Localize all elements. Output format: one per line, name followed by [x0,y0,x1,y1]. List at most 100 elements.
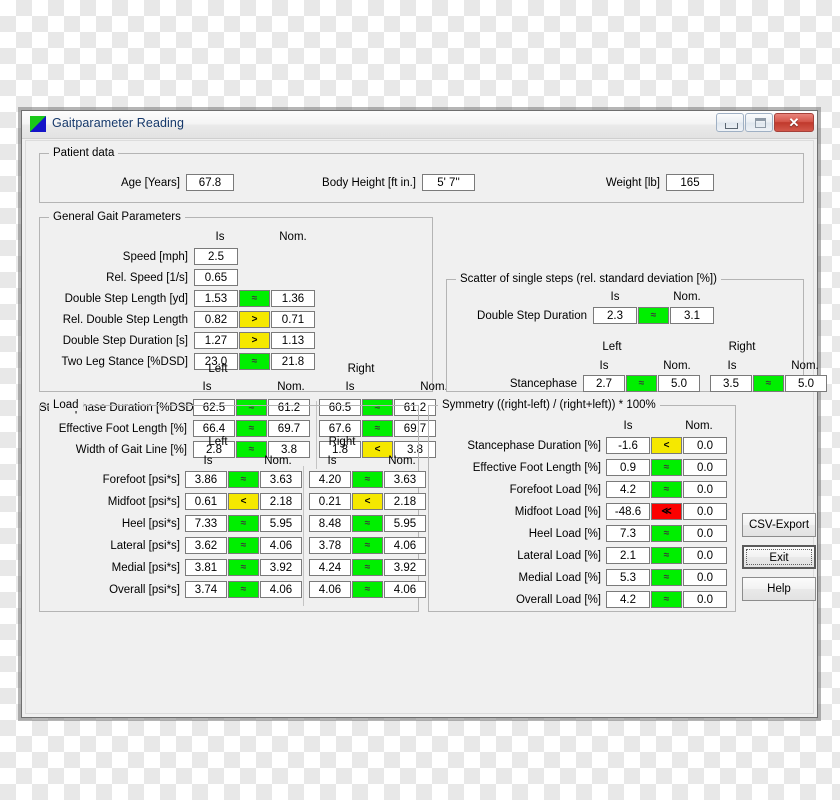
symmetry-stancephase-duration-is[interactable]: -1.6 [606,437,650,454]
load-forefoot-psi-s-left-is[interactable]: 3.86 [185,471,227,488]
body-height-label: Body Height [ft in.] [322,177,416,189]
symmetry-medial-load-label: Medial Load [%] [518,572,601,584]
load-heel-psi-s-right-is[interactable]: 8.48 [309,515,351,532]
symmetry-effective-foot-length-label: Effective Foot Length [%] [472,462,601,474]
load-heel-psi-s-left-is[interactable]: 7.33 [185,515,227,532]
scatter-stancephase-right-is[interactable]: 3.5 [710,375,752,392]
symmetry-overall-load-label: Overall Load [%] [515,594,601,606]
load-overall-psi-s-label: Overall [psi*s] [109,584,180,596]
load-right-header: Right [328,436,356,448]
load-midfoot-psi-s-right-comparator: < [352,493,383,510]
scatter-right-is-header: Is [727,360,737,372]
load-midfoot-psi-s-right-is[interactable]: 0.21 [309,493,351,510]
symmetry-stancephase-duration-label: Stancephase Duration [%] [467,440,601,452]
window-title: Gaitparameter Reading [52,116,185,130]
load-lateral-psi-s-left-comparator: ≈ [228,537,259,554]
patient-data-legend: Patient data [49,147,119,159]
scatter-right-nom-header: Nom. [791,360,819,372]
load-heel-psi-s-left-comparator: ≈ [228,515,259,532]
exit-focus-ring [746,549,812,565]
load-left-header: Left [208,436,228,448]
gaitparameter-window: Gaitparameter Reading ✕ Patient data Age… [21,110,827,718]
load-midfoot-psi-s-left-comparator: < [228,493,259,510]
symmetry-stancephase-duration-nom: 0.0 [683,437,727,454]
load-midfoot-psi-s-left-nom: 2.18 [260,493,302,510]
body-height-field[interactable]: 5' 7'' [422,174,475,191]
load-heel-psi-s-label: Heel [psi*s] [121,518,180,530]
symmetry-lateral-load-is[interactable]: 2.1 [606,547,650,564]
load-midfoot-psi-s-label: Midfoot [psi*s] [107,496,180,508]
load-left-nom-header: Nom. [264,455,292,467]
symmetry-lateral-load-label: Lateral Load [%] [517,550,601,562]
load-forefoot-psi-s-right-nom: 3.63 [384,471,426,488]
scatter-stancephase-left-is[interactable]: 2.7 [583,375,625,392]
symmetry-col-nom: Nom. [685,420,713,432]
csv-export-button[interactable]: CSV-Export [742,513,816,537]
load-forefoot-psi-s-left-comparator: ≈ [228,471,259,488]
load-medial-psi-s-right-is[interactable]: 4.24 [309,559,351,576]
weight-label: Weight [lb] [605,177,660,189]
load-overall-psi-s-right-is[interactable]: 4.06 [309,581,351,598]
load-forefoot-psi-s-right-is[interactable]: 4.20 [309,471,351,488]
symmetry-legend: Symmetry ((right-left) / (right+left)) *… [438,399,660,411]
title-bar[interactable]: Gaitparameter Reading ✕ [22,111,817,139]
minimize-icon [725,123,738,129]
load-overall-psi-s-left-is[interactable]: 3.74 [185,581,227,598]
load-overall-psi-s-right-comparator: ≈ [352,581,383,598]
scatter-right-header: Right [728,341,756,353]
symmetry-forefoot-load-nom: 0.0 [683,481,727,498]
load-midfoot-psi-s-left-is[interactable]: 0.61 [185,493,227,510]
load-legend: Load [49,399,83,411]
symmetry-stancephase-duration-comparator: < [651,437,682,454]
load-group: Load Left Right Is Nom. Is Nom. Forefoot… [39,399,426,612]
scatter-col-nom: Nom. [673,291,701,303]
symmetry-effective-foot-length-is[interactable]: 0.9 [606,459,650,476]
scatter-dsd-is[interactable]: 2.3 [593,307,637,324]
load-lateral-psi-s-label: Lateral [psi*s] [110,540,180,552]
load-overall-psi-s-right-nom: 4.06 [384,581,426,598]
symmetry-lateral-load-comparator: ≈ [651,547,682,564]
symmetry-heel-load-comparator: ≈ [651,525,682,542]
symmetry-medial-load-is[interactable]: 5.3 [606,569,650,586]
symmetry-forefoot-load-is[interactable]: 4.2 [606,481,650,498]
load-forefoot-psi-s-left-nom: 3.63 [260,471,302,488]
load-lateral-psi-s-left-is[interactable]: 3.62 [185,537,227,554]
load-medial-psi-s-right-nom: 3.92 [384,559,426,576]
load-medial-psi-s-right-comparator: ≈ [352,559,383,576]
scatter-legend: Scatter of single steps (rel. standard d… [456,273,721,285]
load-forefoot-psi-s-right-comparator: ≈ [352,471,383,488]
csv-export-label: CSV-Export [748,519,810,531]
symmetry-medial-load-comparator: ≈ [651,569,682,586]
age-field[interactable]: 67.8 [186,174,234,191]
exit-button[interactable]: Exit [742,545,816,569]
load-heel-psi-s-left-nom: 5.95 [260,515,302,532]
load-overall-psi-s-left-comparator: ≈ [228,581,259,598]
help-button[interactable]: Help [742,577,816,601]
symmetry-overall-load-comparator: ≈ [651,591,682,608]
weight-field[interactable]: 165 [666,174,714,191]
load-overall-psi-s-left-nom: 4.06 [260,581,302,598]
load-medial-psi-s-left-nom: 3.92 [260,559,302,576]
age-label: Age [Years] [120,177,180,189]
scatter-col-is: Is [610,291,620,303]
load-right-is-header: Is [327,455,337,467]
symmetry-effective-foot-length-comparator: ≈ [651,459,682,476]
symmetry-heel-load-is[interactable]: 7.3 [606,525,650,542]
window-controls: ✕ [716,113,814,132]
scatter-stancephase-label: Stancephase [509,378,577,390]
symmetry-group: Symmetry ((right-left) / (right+left)) *… [428,399,736,612]
symmetry-midfoot-load-is[interactable]: -48.6 [606,503,650,520]
symmetry-overall-load-is[interactable]: 4.2 [606,591,650,608]
load-left-is-header: Is [203,455,213,467]
maximize-button[interactable] [745,113,773,132]
scatter-left-nom-header: Nom. [663,360,691,372]
minimize-button[interactable] [716,113,744,132]
load-lateral-psi-s-right-comparator: ≈ [352,537,383,554]
close-button[interactable]: ✕ [774,113,814,132]
scatter-stancephase-right-nom: 5.0 [785,375,827,392]
scatter-dsd-nom: 3.1 [670,307,714,324]
load-lateral-psi-s-right-is[interactable]: 3.78 [309,537,351,554]
load-right-nom-header: Nom. [388,455,416,467]
load-medial-psi-s-left-is[interactable]: 3.81 [185,559,227,576]
symmetry-effective-foot-length-nom: 0.0 [683,459,727,476]
